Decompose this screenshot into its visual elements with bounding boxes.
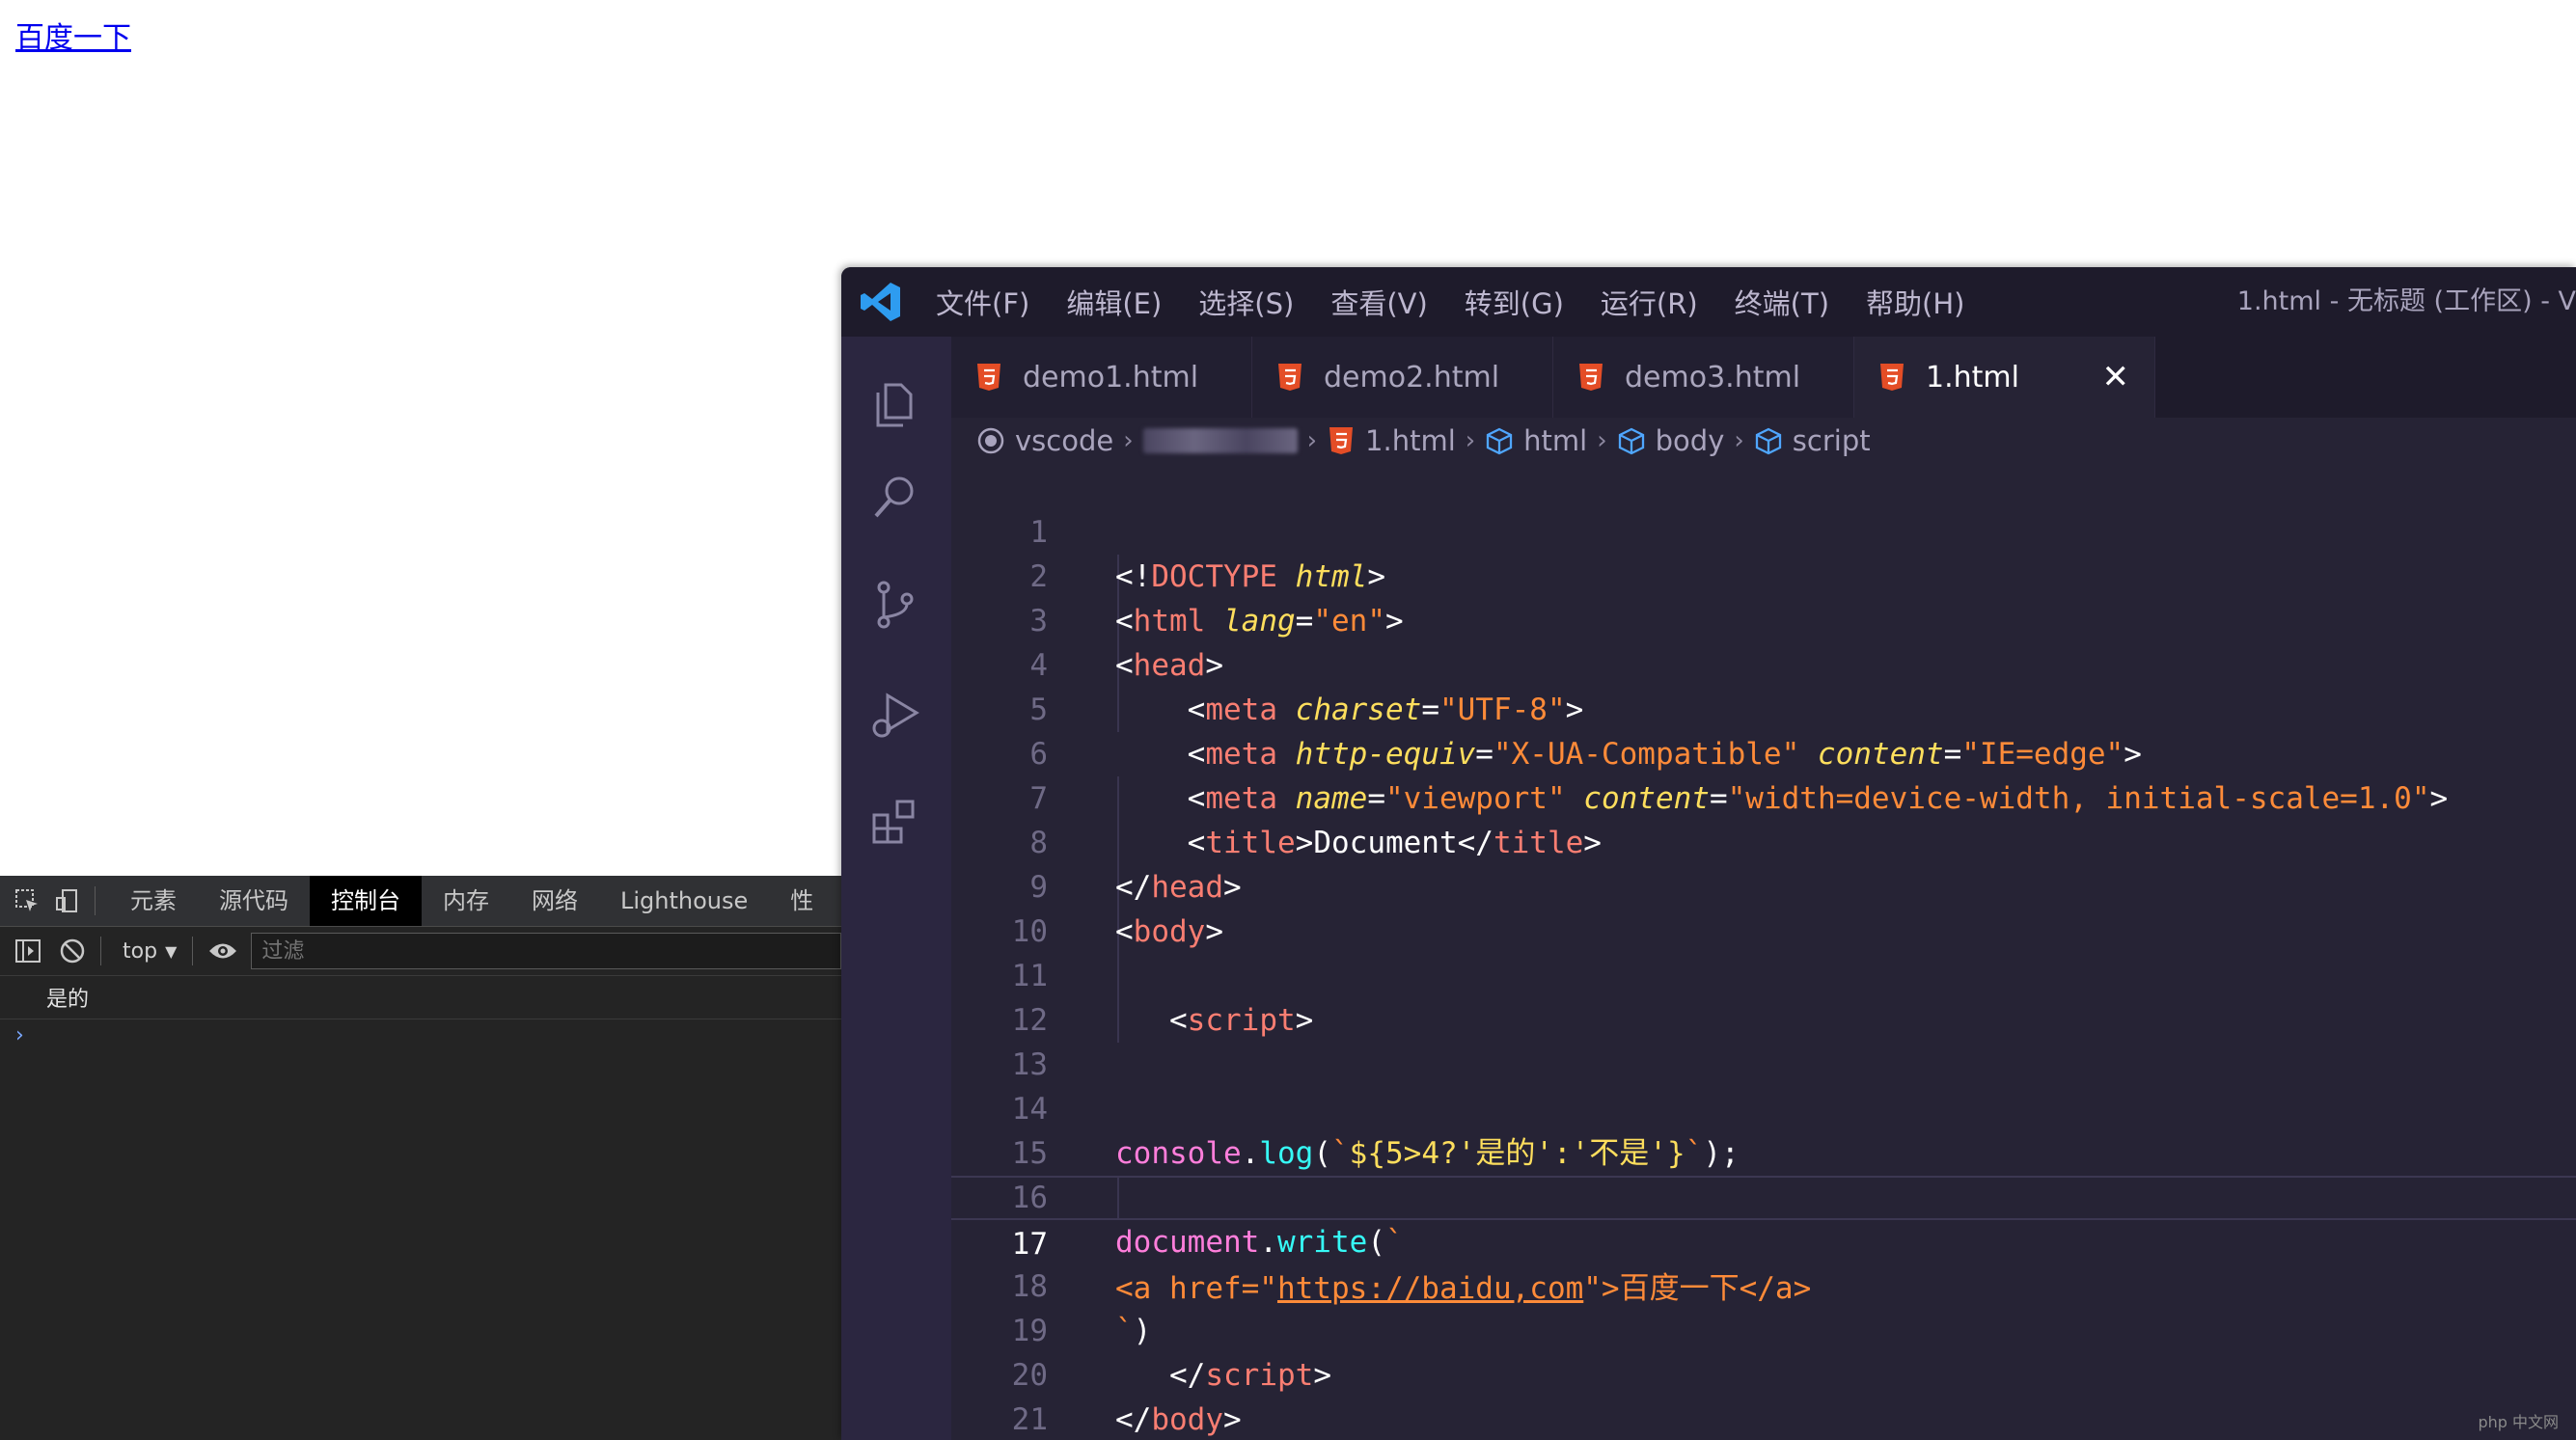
vscode-logo-icon [861, 283, 900, 321]
redacted-folder [1142, 428, 1298, 453]
tab-1html[interactable]: 1.html ✕ [1854, 337, 2155, 418]
console-prompt[interactable]: › [0, 1019, 841, 1047]
tab-console[interactable]: 控制台 [310, 876, 422, 926]
menu-file[interactable]: 文件(F) [936, 282, 1029, 322]
toolbar-divider [192, 937, 194, 965]
tab-label: 1.html [1926, 360, 2019, 394]
vscode-window: 文件(F) 编辑(E) 选择(S) 查看(V) 转到(G) 运行(R) 终端(T… [841, 267, 2576, 1440]
html5-file-icon [1579, 364, 1603, 391]
context-selector[interactable]: top ▼ [123, 939, 177, 964]
toolbar-divider [95, 886, 96, 915]
watermark: php 中文网 [2478, 1413, 2559, 1431]
code-line: 20 </body> [951, 1309, 2576, 1437]
breadcrumb: vscode › › 1.html › html › body › script [976, 418, 2559, 464]
menu-view[interactable]: 查看(V) [1330, 282, 1427, 322]
tab-label: demo2.html [1324, 360, 1500, 394]
rendered-baidu-link[interactable]: 百度一下 [15, 14, 131, 56]
html5-file-icon [1278, 364, 1302, 391]
code-line: 15 [951, 1087, 2576, 1171]
device-toggle-icon[interactable] [54, 887, 81, 914]
console-filter-input[interactable] [251, 933, 841, 969]
code-line: 5 <meta http-equiv="X-UA-Compatible" con… [951, 643, 2576, 772]
cube-icon [1755, 427, 1781, 455]
chevron-right-icon: › [1465, 426, 1476, 455]
code-line: 16 document.write(` [951, 1131, 2576, 1260]
tab-label: demo3.html [1625, 360, 1801, 394]
html5-file-icon [977, 364, 1000, 391]
menu-edit[interactable]: 编辑(E) [1066, 282, 1162, 322]
menu-help[interactable]: 帮助(H) [1866, 282, 1964, 322]
run-debug-icon[interactable] [868, 688, 922, 742]
record-icon [977, 427, 1004, 454]
tab-performance[interactable]: 性 [769, 876, 813, 926]
explorer-icon[interactable] [868, 377, 922, 431]
menu-terminal[interactable]: 终端(T) [1735, 282, 1829, 322]
window-title: 1.html - 无标题 (工作区) - V [2236, 286, 2576, 316]
clear-console-icon[interactable] [56, 935, 89, 967]
inspect-element-icon[interactable] [14, 887, 41, 914]
line-number: 21 [1011, 1402, 1048, 1437]
devtools-panel: 元素 源代码 控制台 内存 网络 Lighthouse 性 top ▼ 是的 › [0, 876, 841, 1440]
code-line: 21 </html> [951, 1353, 2576, 1437]
chevron-down-icon: ▼ [165, 941, 178, 961]
cube-icon [1618, 427, 1644, 455]
code-line: 13 [951, 998, 2576, 1082]
chevron-right-icon: › [1734, 426, 1744, 455]
code-line: 8 </head> [951, 776, 2576, 905]
breadcrumb-file[interactable]: 1.html [1365, 424, 1456, 457]
code-line: 11 <script> [951, 910, 2576, 1038]
code-line: 2 <html lang="en"> [951, 510, 2576, 638]
html5-file-icon [1880, 364, 1904, 391]
tab-demo3[interactable]: demo3.html [1553, 337, 1854, 418]
toolbar-divider [100, 937, 101, 965]
code-line: 12 [951, 954, 2576, 1038]
extensions-icon[interactable] [868, 796, 922, 850]
breadcrumb-body[interactable]: body [1656, 424, 1725, 457]
tab-lighthouse[interactable]: Lighthouse [599, 876, 769, 926]
source-control-icon[interactable] [868, 578, 922, 632]
code-line: 6 <meta name="viewport" content="width=d… [951, 688, 2576, 816]
code-editor[interactable]: 1 <!DOCTYPE html> 2 <html lang="en"> 3 <… [951, 466, 2576, 1440]
sidebar-toggle-icon[interactable] [12, 935, 44, 967]
code-line: 1 <!DOCTYPE html> [951, 466, 2576, 594]
menu-run[interactable]: 运行(R) [1601, 282, 1698, 322]
tab-elements[interactable]: 元素 [109, 876, 198, 926]
title-bar: 文件(F) 编辑(E) 选择(S) 查看(V) 转到(G) 运行(R) 终端(T… [841, 267, 2576, 337]
tab-memory[interactable]: 内存 [422, 876, 510, 926]
cube-icon [1487, 427, 1513, 455]
code-line: 7 <title>Document</title> [951, 732, 2576, 860]
chevron-right-icon: › [1123, 426, 1134, 455]
devtools-tab-bar: 元素 源代码 控制台 内存 网络 Lighthouse 性 [0, 876, 841, 927]
tab-demo1[interactable]: demo1.html [951, 337, 1252, 418]
tab-network[interactable]: 网络 [510, 876, 599, 926]
live-expression-eye-icon[interactable] [206, 935, 239, 967]
menu-go[interactable]: 转到(G) [1465, 282, 1564, 322]
code-line: 10 [951, 865, 2576, 949]
search-icon[interactable] [868, 470, 922, 524]
console-log-message: 是的 [0, 976, 841, 1019]
code-line: 19 </script> [951, 1264, 2576, 1393]
tab-sources[interactable]: 源代码 [198, 876, 310, 926]
context-value: top [123, 938, 158, 964]
close-icon[interactable]: ✕ [2102, 358, 2130, 396]
code-line: 9 <body> [951, 821, 2576, 949]
editor-tab-bar: demo1.html demo2.html demo3.html 1.html … [951, 337, 2576, 418]
console-output: 是的 › [0, 976, 841, 1047]
console-toolbar: top ▼ [0, 927, 841, 976]
code-line: 4 <meta charset="UTF-8"> [951, 599, 2576, 727]
chevron-right-icon: › [1306, 426, 1318, 455]
tab-label: demo1.html [1023, 360, 1199, 394]
breadcrumb-root[interactable]: vscode [1015, 424, 1113, 457]
breadcrumb-script[interactable]: script [1793, 424, 1871, 457]
chevron-right-icon: › [1597, 426, 1607, 455]
html5-file-icon [1329, 427, 1354, 454]
code-line: 3 <head> [951, 555, 2576, 683]
activity-bar [841, 337, 951, 1440]
code-line: 14 console.log(`${5>4?'是的':'不是'}`); [951, 1043, 2576, 1171]
breadcrumb-html[interactable]: html [1523, 424, 1587, 457]
code-line-current: 17 <a href="https://baidu,com">百度一下</a> [951, 1176, 2576, 1306]
tab-demo2[interactable]: demo2.html [1252, 337, 1553, 418]
menu-selection[interactable]: 选择(S) [1198, 282, 1294, 322]
code-line: 18 `) [951, 1220, 2576, 1348]
